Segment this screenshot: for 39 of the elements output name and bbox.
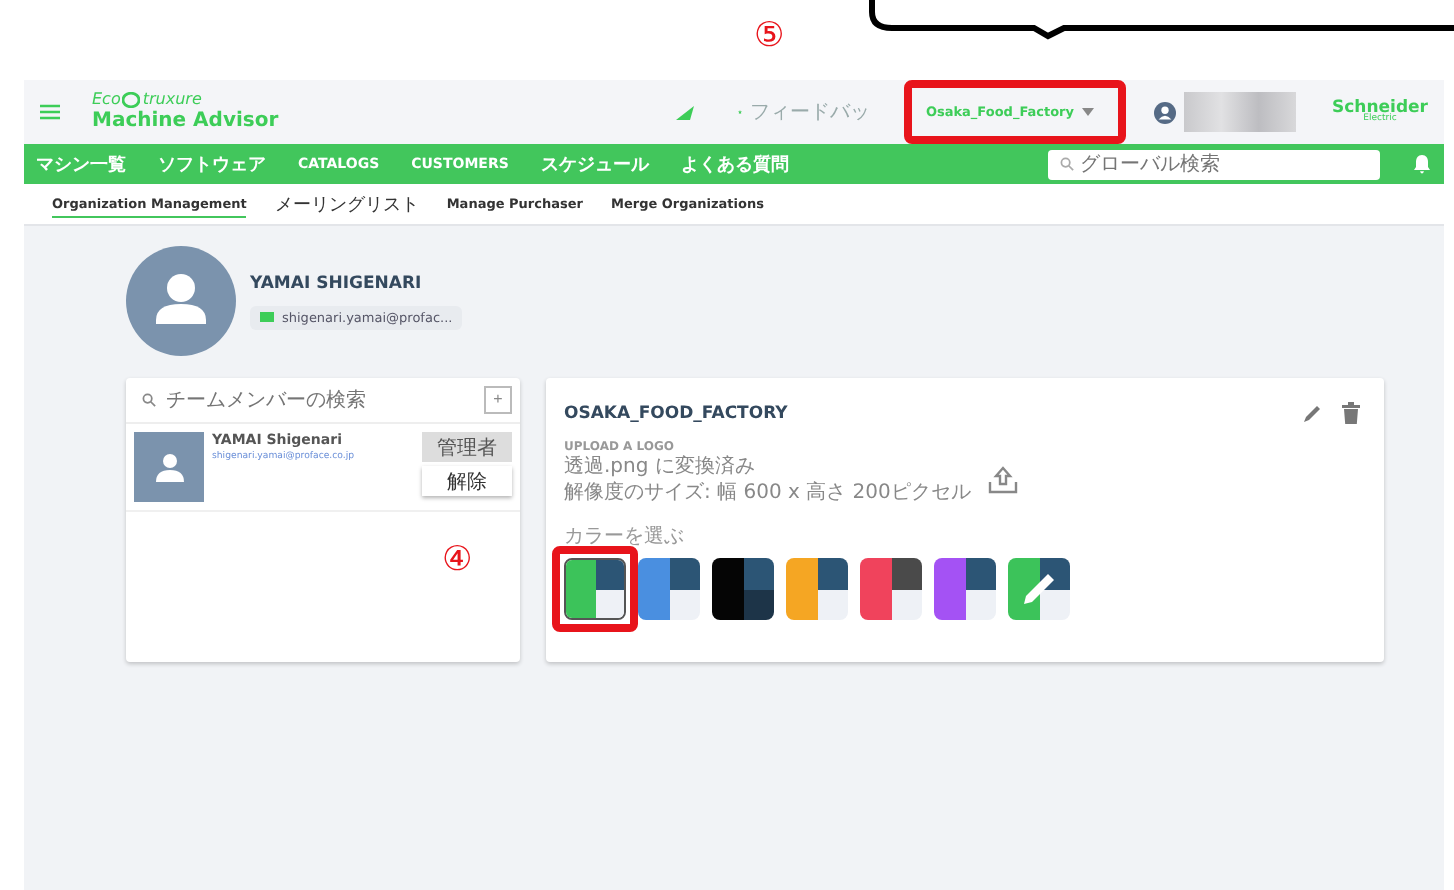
- caret-icon: [1082, 108, 1095, 116]
- role-button[interactable]: 管理者: [422, 432, 512, 462]
- avatar-icon: [126, 246, 236, 356]
- color-swatch[interactable]: [786, 558, 848, 620]
- product-name: Machine Advisor: [92, 109, 279, 132]
- upload-hint: 透過.png に変換済み: [564, 454, 757, 480]
- user-icon[interactable]: [1154, 101, 1177, 123]
- nav-item[interactable]: マシン一覧: [36, 151, 126, 177]
- trash-icon[interactable]: [1342, 402, 1360, 424]
- upload-icon[interactable]: [988, 466, 1019, 494]
- nav-item[interactable]: よくある質問: [680, 151, 789, 177]
- color-swatch[interactable]: [860, 558, 922, 620]
- color-swatch[interactable]: [564, 558, 626, 620]
- step-number: ⑤: [754, 20, 785, 54]
- color-label: カラーを選ぶ: [564, 524, 686, 550]
- color-swatch[interactable]: [712, 558, 774, 620]
- step-number: ④: [442, 544, 473, 578]
- feedback-link[interactable]: フィードバッ: [749, 98, 870, 126]
- logo-text: truxure: [142, 92, 202, 110]
- redacted-block: [1184, 92, 1297, 132]
- edit-icon[interactable]: [1302, 403, 1322, 423]
- add-button[interactable]: +: [484, 386, 512, 414]
- mail-icon: [260, 312, 274, 322]
- color-swatch[interactable]: [934, 558, 996, 620]
- member-avatar: [134, 432, 204, 502]
- brand-logo-text: Schneider: [1332, 99, 1428, 116]
- nav-item[interactable]: スケジュール: [540, 151, 649, 177]
- color-swatch[interactable]: [1008, 558, 1070, 620]
- remove-button[interactable]: 解除: [422, 466, 512, 496]
- upload-hint: 解像度のサイズ: 幅 600 x 高さ 200ピクセル: [564, 480, 971, 506]
- sub-tab[interactable]: メーリングリスト: [274, 187, 419, 221]
- color-swatch[interactable]: [638, 558, 700, 620]
- search-icon: [142, 393, 156, 407]
- logo-text: Eco: [92, 92, 121, 110]
- organization-title: OSAKA_FOOD_FACTORY: [564, 403, 790, 423]
- profile-name: YAMAI SHIGENARI: [250, 273, 424, 293]
- nav-item[interactable]: ソフトウェア: [158, 151, 266, 177]
- search-field[interactable]: グローバル検索: [1048, 149, 1380, 179]
- search-icon: [1060, 157, 1074, 171]
